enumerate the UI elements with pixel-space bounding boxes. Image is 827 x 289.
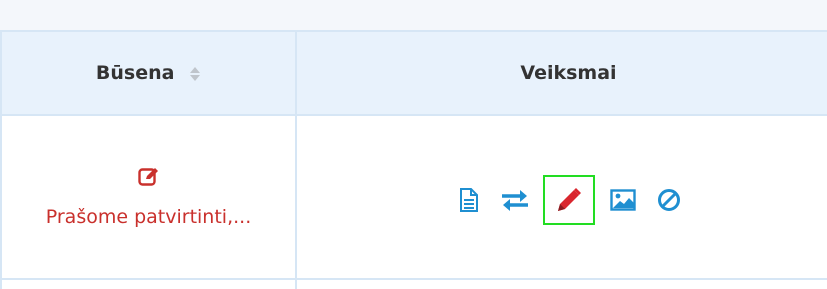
status-cell: Prašome patvirtinti,...: [0, 114, 297, 280]
column-header-actions: Veiksmai: [295, 30, 827, 116]
document-button[interactable]: [451, 182, 487, 218]
data-table-wrapper: Būsena Veiksmai Prašome patvirtinti,...: [0, 30, 827, 289]
actions-cell: [295, 114, 827, 280]
document-icon: [459, 188, 478, 212]
table-row: Prašome patvirtinti,...: [0, 114, 827, 280]
edit-button[interactable]: [542, 175, 595, 225]
column-header-actions-label: Veiksmai: [520, 62, 617, 84]
sort-icon[interactable]: [189, 66, 201, 82]
data-table: Būsena Veiksmai Prašome patvirtinti,...: [0, 30, 827, 289]
transfer-arrows-icon: [501, 190, 528, 211]
transfer-button[interactable]: [497, 182, 533, 218]
status-text[interactable]: Prašome patvirtinti,...: [46, 206, 251, 228]
image-button[interactable]: [605, 182, 641, 218]
image-icon: [609, 189, 636, 211]
pencil-icon: [557, 188, 581, 211]
table-header-row: Būsena Veiksmai: [0, 30, 827, 116]
top-band: [0, 0, 827, 30]
cancel-button[interactable]: [651, 182, 687, 218]
action-icons: [451, 175, 687, 225]
edit-square-icon: [137, 168, 158, 186]
column-header-status[interactable]: Būsena: [0, 30, 297, 116]
column-header-status-label: Būsena: [95, 62, 175, 84]
ban-icon: [657, 189, 680, 211]
